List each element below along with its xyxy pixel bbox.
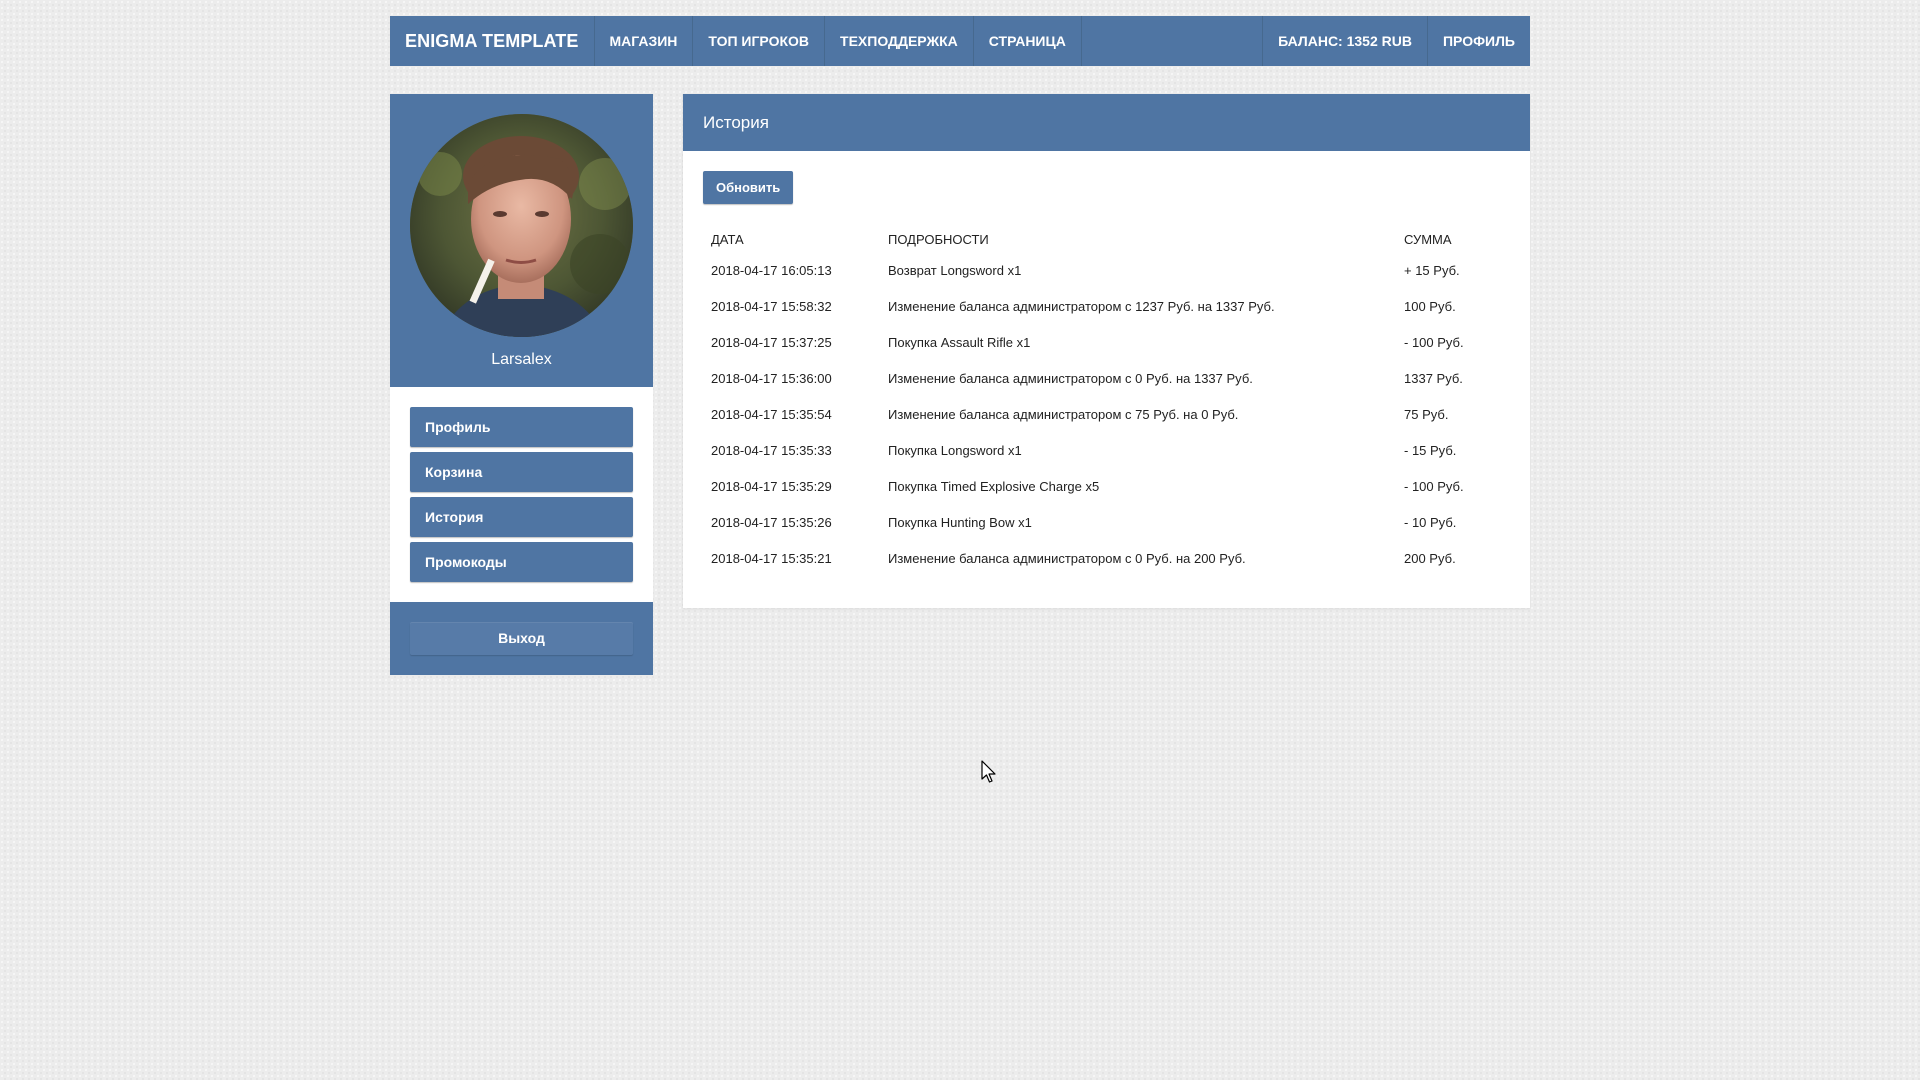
cell-details: Возврат Longsword x1 [888,262,1022,278]
table-row: 2018-04-17 15:58:32 Изменение баланса ад… [703,288,1510,324]
cell-details: Изменение баланса администратором с 75 Р… [888,406,1239,422]
column-header-amount: СУММА [1404,231,1452,247]
cell-date: 2018-04-17 15:36:00 [711,370,832,386]
logout-button[interactable]: Выход [410,622,633,655]
profile-card: Larsalex [390,94,653,387]
nav-link-page[interactable]: СТРАНИЦА [974,16,1082,66]
cell-amount: 75 Руб. [1404,406,1449,422]
logout-card: Выход [390,602,653,675]
column-header-details: ПОДРОБНОСТИ [888,231,989,247]
cell-date: 2018-04-17 15:37:25 [711,334,832,350]
column-header-date: ДАТА [711,231,744,247]
cell-date: 2018-04-17 15:35:26 [711,514,832,530]
username: Larsalex [491,351,552,368]
refresh-button[interactable]: Обновить [703,171,794,204]
cell-amount: - 10 Руб. [1404,514,1457,530]
table-header-row: ДАТА ПОДРОБНОСТИ СУММА [703,226,1510,252]
sidebar-item-cart[interactable]: Корзина [410,452,633,492]
table-row: 2018-04-17 15:36:00 Изменение баланса ад… [703,360,1510,396]
cell-details: Покупка Longsword x1 [888,442,1022,458]
cell-amount: - 100 Руб. [1404,334,1464,350]
panel-title: История [683,94,1530,151]
nav-link-support[interactable]: ТЕХПОДДЕРЖКА [825,16,974,66]
cell-date: 2018-04-17 15:58:32 [711,298,832,314]
cell-date: 2018-04-17 15:35:54 [711,406,832,422]
nav-link-shop[interactable]: МАГАЗИН [595,16,694,66]
sidebar-item-promocodes[interactable]: Промокоды [410,542,633,582]
sidebar-menu: Профиль Корзина История Промокоды [390,387,653,602]
cell-date: 2018-04-17 15:35:33 [711,442,832,458]
cell-amount: + 15 Руб. [1404,262,1460,278]
cell-details: Покупка Timed Explosive Charge x5 [888,478,1100,494]
history-panel: История Обновить ДАТА ПОДРОБНОСТИ СУММА … [683,94,1530,608]
cell-details: Покупка Assault Rifle x1 [888,334,1031,350]
table-row: 2018-04-17 15:37:25 Покупка Assault Rifl… [703,324,1510,360]
nav-link-profile[interactable]: ПРОФИЛЬ [1428,16,1530,66]
avatar-photo-icon [410,114,633,337]
table-row: 2018-04-17 15:35:54 Изменение баланса ад… [703,396,1510,432]
avatar [410,114,633,337]
nav-link-top-players[interactable]: ТОП ИГРОКОВ [693,16,826,66]
table-row: 2018-04-17 15:35:29 Покупка Timed Explos… [703,468,1510,504]
cell-details: Покупка Hunting Bow x1 [888,514,1032,530]
top-navbar: ENIGMA TEMPLATE МАГАЗИН ТОП ИГРОКОВ ТЕХП… [390,16,1530,66]
cell-amount: 200 Руб. [1404,550,1456,566]
table-row: 2018-04-17 16:05:13 Возврат Longsword x1… [703,252,1510,288]
cell-date: 2018-04-17 15:35:21 [711,550,832,566]
cell-amount: 1337 Руб. [1404,370,1463,386]
sidebar: Larsalex Профиль Корзина История Промоко… [390,94,653,675]
cell-amount: 100 Руб. [1404,298,1456,314]
panel-body: Обновить ДАТА ПОДРОБНОСТИ СУММА 2018-04-… [683,151,1530,608]
sidebar-item-history[interactable]: История [410,497,633,537]
table-row: 2018-04-17 15:35:33 Покупка Longsword x1… [703,432,1510,468]
cell-details: Изменение баланса администратором с 1237… [888,298,1275,314]
table-row: 2018-04-17 15:35:26 Покупка Hunting Bow … [703,504,1510,540]
cell-date: 2018-04-17 15:35:29 [711,478,832,494]
cell-amount: - 15 Руб. [1404,442,1457,458]
brand-logo[interactable]: ENIGMA TEMPLATE [390,16,595,66]
cell-date: 2018-04-17 16:05:13 [711,262,832,278]
cell-details: Изменение баланса администратором с 0 Ру… [888,550,1246,566]
sidebar-item-profile[interactable]: Профиль [410,407,633,447]
history-table: ДАТА ПОДРОБНОСТИ СУММА 2018-04-17 16:05:… [703,226,1510,576]
table-row: 2018-04-17 15:35:21 Изменение баланса ад… [703,540,1510,576]
mouse-pointer-icon [981,760,996,783]
nav-balance[interactable]: БАЛАНС: 1352 RUB [1262,16,1428,66]
cell-details: Изменение баланса администратором с 0 Ру… [888,370,1253,386]
cell-amount: - 100 Руб. [1404,478,1464,494]
